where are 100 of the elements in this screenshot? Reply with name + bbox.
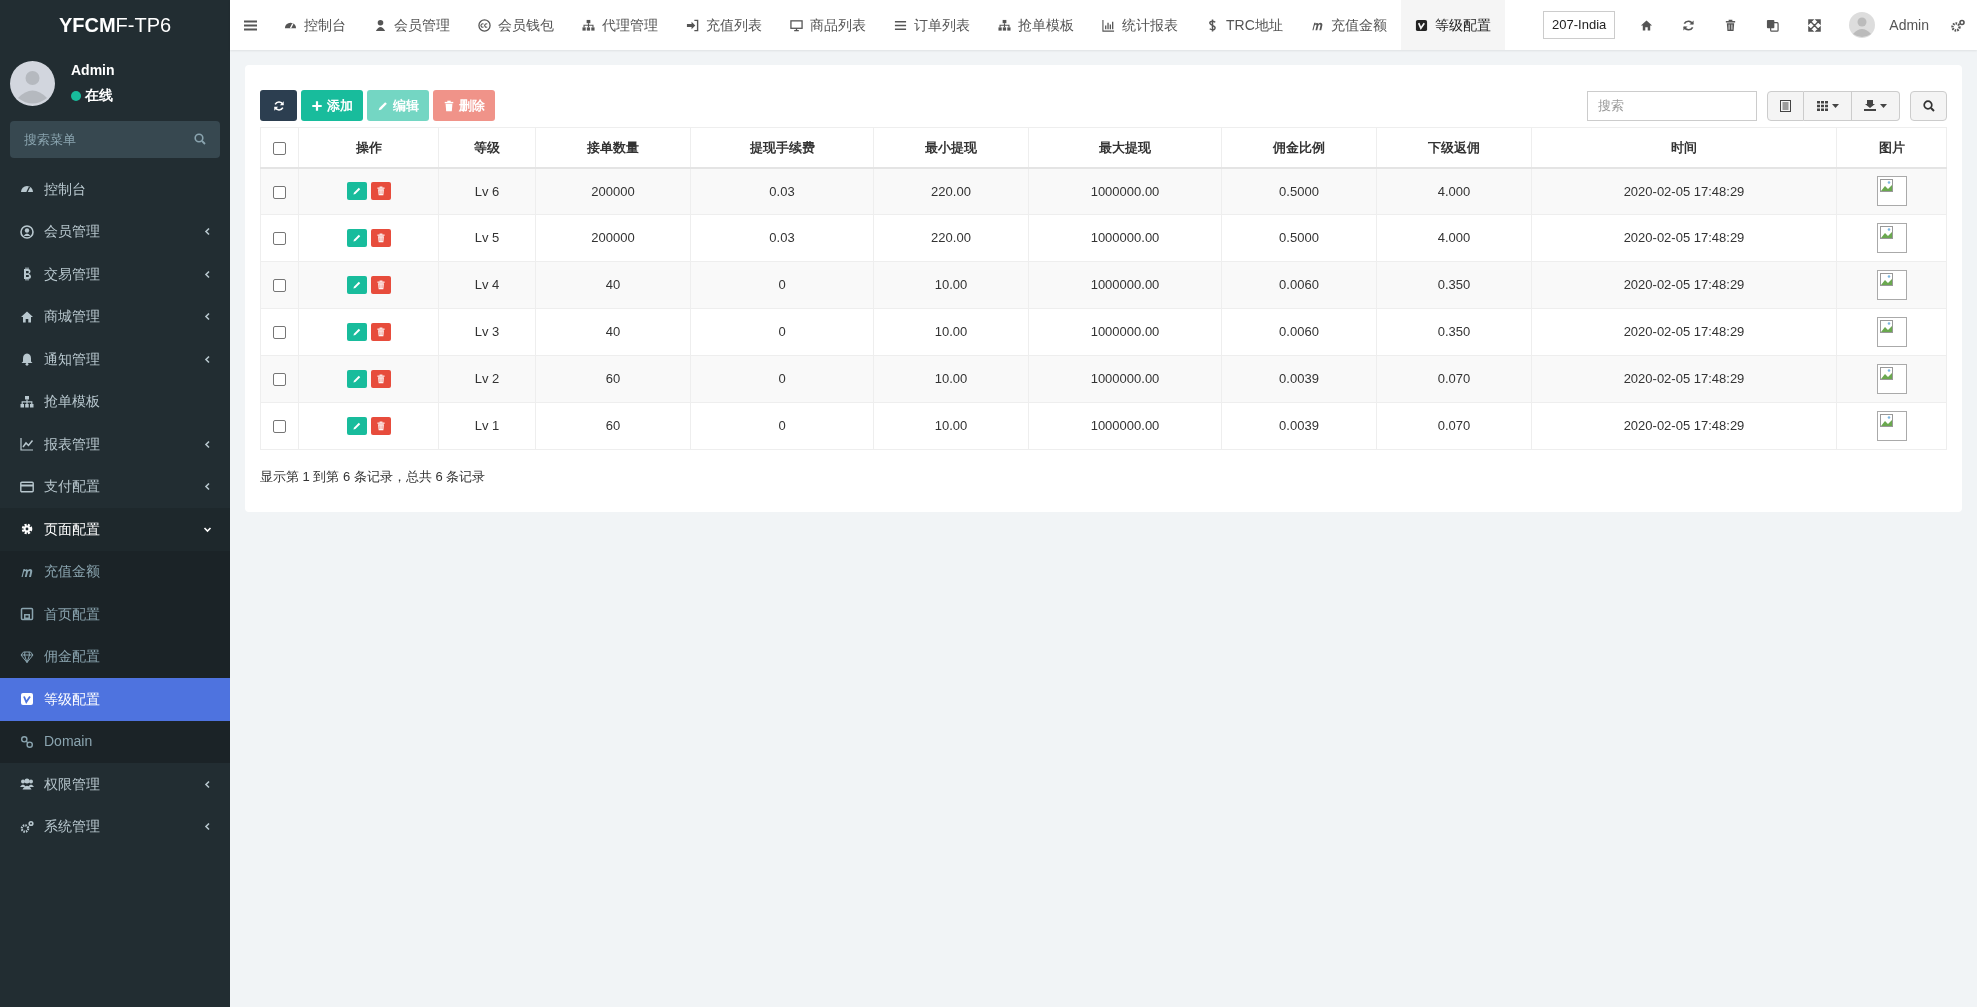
table-cell: Lv 1 [474, 418, 500, 434]
table-cell: 200000 [591, 183, 635, 199]
site-badge[interactable]: 207-India [1543, 11, 1616, 39]
nav-tab[interactable]: 会员管理 [360, 0, 464, 50]
sitemap-icon [582, 18, 595, 32]
nav-tab[interactable]: 会员钱包 [464, 0, 568, 50]
pencil-icon [377, 99, 389, 112]
sidebar-item[interactable]: 页面配置 [0, 508, 230, 551]
row-checkbox[interactable] [273, 326, 286, 340]
refresh-icon[interactable] [1681, 18, 1695, 32]
row-checkbox[interactable] [273, 373, 286, 387]
table-cell: 0 [778, 371, 786, 387]
expand-icon[interactable] [1807, 18, 1821, 32]
sidebar-item[interactable]: 控制台 [0, 168, 230, 211]
edit-row-button[interactable] [346, 370, 367, 388]
row-checkbox[interactable] [273, 279, 286, 293]
sidebar-item[interactable]: 商城管理 [0, 295, 230, 338]
table-cell: 2020-02-05 17:48:29 [1623, 183, 1745, 199]
trash-icon [375, 421, 386, 431]
table-cell: 0.070 [1437, 418, 1471, 434]
delete-row-button[interactable] [370, 417, 391, 435]
columns-button[interactable] [1804, 90, 1852, 121]
table-cell: 4.000 [1437, 183, 1471, 199]
nav-tab[interactable]: 控制台 [270, 0, 360, 50]
nav-tab[interactable]: 等级配置 [1400, 0, 1505, 50]
gear-icon [20, 522, 34, 537]
submenu-item[interactable]: 等级配置 [0, 678, 230, 721]
submenu-item[interactable]: 首页配置 [0, 593, 230, 636]
nav-tab[interactable]: TRC地址 [1192, 0, 1297, 50]
submenu-item[interactable]: 佣金配置 [0, 635, 230, 678]
edit-row-button[interactable] [346, 276, 367, 294]
home-icon[interactable] [1639, 18, 1653, 32]
column-header[interactable]: 最大提现 [1099, 139, 1151, 155]
table-cell: 10.00 [934, 418, 968, 434]
edit-row-button[interactable] [346, 323, 367, 341]
row-checkbox[interactable] [273, 232, 286, 246]
broken-image-icon [1876, 223, 1907, 253]
column-header[interactable]: 下级返佣 [1428, 139, 1480, 155]
sitemap-icon [998, 18, 1011, 32]
broken-image-icon [1876, 411, 1907, 441]
menu-search-field[interactable]: 搜索菜单 [10, 121, 220, 158]
sidebar-item[interactable]: 通知管理 [0, 338, 230, 381]
delete-row-button[interactable] [370, 182, 391, 201]
nav-tab[interactable]: 商品列表 [776, 0, 880, 50]
search-field[interactable]: 搜索 [1587, 90, 1757, 121]
sidebar-item[interactable]: 报表管理 [0, 423, 230, 466]
edit-row-button[interactable] [346, 182, 367, 201]
column-header[interactable]: 操作 [355, 139, 382, 155]
table-cell: 1000000.00 [1090, 230, 1160, 246]
nav-tab[interactable]: 订单列表 [880, 0, 984, 50]
nav-tab[interactable]: 统计报表 [1088, 0, 1192, 50]
sidebar-item[interactable]: 权限管理 [0, 763, 230, 806]
user-menu[interactable]: Admin [1889, 14, 1929, 36]
table-cell: Lv 2 [474, 371, 500, 387]
table-cell: 2020-02-05 17:48:29 [1623, 230, 1745, 246]
delete-row-button[interactable] [370, 323, 391, 341]
nav-tab[interactable]: 抢单模板 [984, 0, 1088, 50]
user-status: 在线 [85, 86, 113, 105]
nav-tab[interactable]: 充值列表 [672, 0, 776, 50]
edit-row-button[interactable] [346, 229, 367, 247]
sidebar-item[interactable]: 抢单模板 [0, 380, 230, 423]
bar-chart-icon [1102, 18, 1115, 32]
select-all-checkbox[interactable] [273, 141, 286, 155]
table-cell: 40 [605, 277, 621, 293]
column-header[interactable]: 接单数量 [587, 139, 639, 155]
column-header[interactable]: 图片 [1878, 139, 1905, 155]
sidebar-item[interactable]: 系统管理 [0, 805, 230, 848]
sidebar-item[interactable]: 交易管理 [0, 253, 230, 296]
column-header[interactable]: 等级 [474, 139, 500, 155]
avatar-icon [10, 60, 55, 106]
row-checkbox[interactable] [273, 420, 286, 434]
row-checkbox[interactable] [273, 185, 286, 199]
table-cell: 10.00 [934, 277, 968, 293]
monitor-icon [790, 18, 803, 32]
refresh-button[interactable] [260, 90, 297, 121]
trash-icon[interactable] [1723, 18, 1737, 32]
column-header[interactable]: 时间 [1671, 139, 1697, 155]
search-icon [1922, 99, 1935, 112]
broken-image-icon [1876, 176, 1907, 207]
column-header[interactable]: 最小提现 [925, 139, 977, 155]
table-cell: 0.03 [769, 230, 795, 246]
search-button[interactable] [1910, 90, 1947, 121]
submenu-item[interactable]: 充值金额 [0, 550, 230, 593]
submenu-item[interactable]: Domain [0, 720, 230, 763]
table-cell: Lv 6 [474, 183, 500, 199]
column-header[interactable]: 佣金比例 [1273, 139, 1325, 155]
sidebar-item[interactable]: 会员管理 [0, 210, 230, 253]
nav-tab[interactable]: 充值金额 [1296, 0, 1401, 50]
pencil-icon [351, 186, 362, 197]
delete-row-button[interactable] [370, 370, 391, 388]
toggle-view-button[interactable] [1767, 90, 1804, 121]
table-cell: Lv 3 [474, 324, 500, 340]
sidebar-item[interactable]: 支付配置 [0, 465, 230, 508]
table-cell: 0.03 [769, 183, 795, 199]
column-header[interactable]: 提现手续费 [749, 139, 815, 155]
edit-row-button[interactable] [346, 417, 367, 435]
nav-tab[interactable]: 代理管理 [568, 0, 672, 50]
delete-row-button[interactable] [370, 276, 391, 294]
delete-row-button[interactable] [370, 229, 391, 247]
export-button[interactable] [1852, 90, 1900, 121]
